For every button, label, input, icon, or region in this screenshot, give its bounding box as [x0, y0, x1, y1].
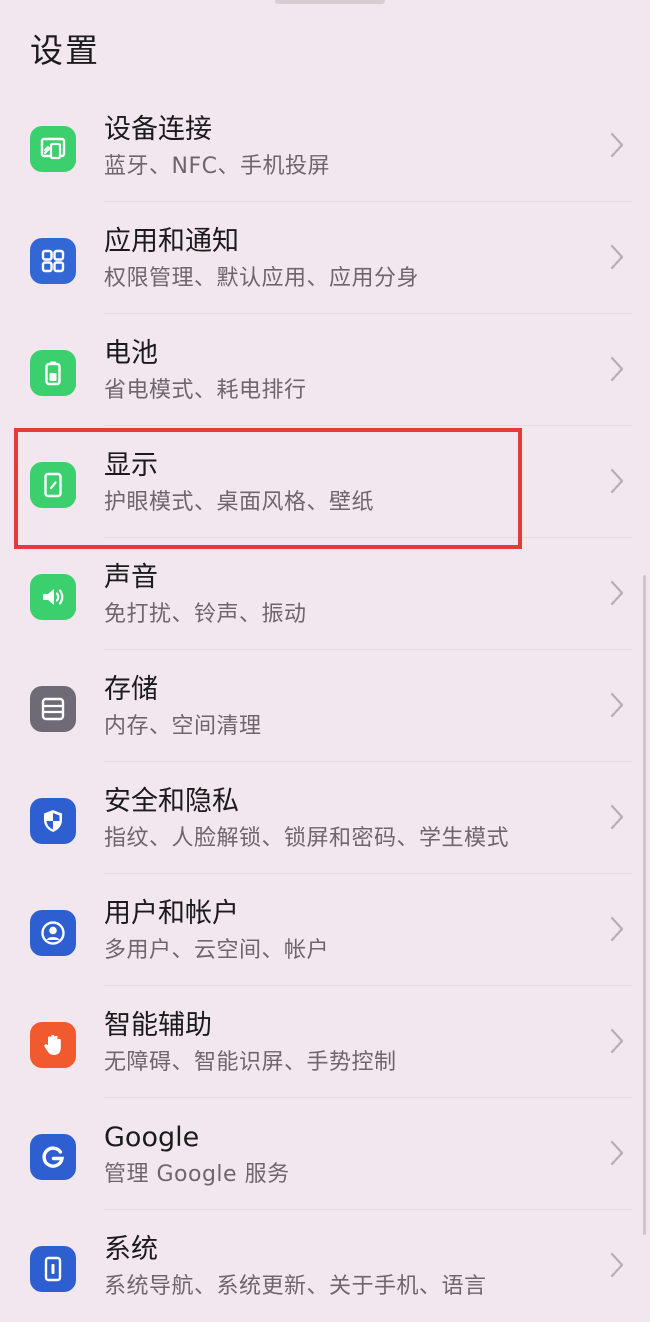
device-connection-icon: [30, 126, 76, 172]
settings-item-users-accounts[interactable]: 用户和帐户 多用户、云空间、帐户: [0, 874, 650, 986]
shield-icon: [30, 798, 76, 844]
item-subtitle: 无障碍、智能识屏、手势控制: [104, 1050, 397, 1075]
scrollbar[interactable]: [643, 575, 646, 1235]
item-title: 系统: [104, 1234, 158, 1265]
settings-item-security-privacy[interactable]: 安全和隐私 指纹、人脸解锁、锁屏和密码、学生模式: [0, 762, 650, 874]
item-title: 智能辅助: [104, 1010, 212, 1041]
top-notch: [275, 0, 385, 4]
item-subtitle: 多用户、云空间、帐户: [104, 938, 330, 963]
settings-item-smart-assistance[interactable]: 智能辅助 无障碍、智能识屏、手势控制: [0, 986, 650, 1098]
item-title: 设备连接: [104, 114, 212, 145]
item-subtitle: 指纹、人脸解锁、锁屏和密码、学生模式: [104, 826, 510, 851]
chevron-right-icon: [610, 244, 624, 270]
storage-icon: [30, 686, 76, 732]
user-account-icon: [30, 910, 76, 956]
chevron-right-icon: [610, 1140, 624, 1166]
item-subtitle: 省电模式、耗电排行: [104, 378, 307, 403]
item-subtitle: 蓝牙、NFC、手机投屏: [104, 154, 330, 179]
apps-grid-icon: [30, 238, 76, 284]
item-title: 声音: [104, 562, 158, 593]
chevron-right-icon: [610, 356, 624, 382]
item-title: 电池: [104, 338, 158, 369]
item-subtitle: 护眼模式、桌面风格、壁纸: [104, 490, 375, 515]
page-title: 设置: [30, 31, 100, 70]
settings-item-sound[interactable]: 声音 免打扰、铃声、振动: [0, 538, 650, 650]
item-title: 存储: [104, 674, 158, 705]
system-phone-icon: [30, 1246, 76, 1292]
item-title: 显示: [104, 450, 158, 481]
settings-item-display[interactable]: 显示 护眼模式、桌面风格、壁纸: [0, 426, 650, 538]
item-title: 用户和帐户: [104, 898, 239, 929]
settings-list: 设备连接 蓝牙、NFC、手机投屏 应用和通知 权限管理、默认应用、应用分身 电池…: [0, 90, 650, 1322]
chevron-right-icon: [610, 580, 624, 606]
chevron-right-icon: [610, 1028, 624, 1054]
item-subtitle: 免打扰、铃声、振动: [104, 602, 307, 627]
settings-item-device-connection[interactable]: 设备连接 蓝牙、NFC、手机投屏: [0, 90, 650, 202]
item-subtitle: 内存、空间清理: [104, 714, 262, 739]
settings-item-google[interactable]: Google 管理 Google 服务: [0, 1098, 650, 1210]
chevron-right-icon: [610, 916, 624, 942]
chevron-right-icon: [610, 468, 624, 494]
settings-item-storage[interactable]: 存储 内存、空间清理: [0, 650, 650, 762]
hand-icon: [30, 1022, 76, 1068]
chevron-right-icon: [610, 804, 624, 830]
display-icon: [30, 462, 76, 508]
item-title: 安全和隐私: [104, 786, 239, 817]
item-subtitle: 权限管理、默认应用、应用分身: [104, 266, 420, 291]
speaker-icon: [30, 574, 76, 620]
google-icon: [30, 1134, 76, 1180]
chevron-right-icon: [610, 132, 624, 158]
battery-icon: [30, 350, 76, 396]
item-subtitle: 管理 Google 服务: [104, 1162, 290, 1187]
item-subtitle: 系统导航、系统更新、关于手机、语言: [104, 1274, 487, 1299]
chevron-right-icon: [610, 1252, 624, 1278]
settings-item-system[interactable]: 系统 系统导航、系统更新、关于手机、语言: [0, 1210, 650, 1322]
item-title: 应用和通知: [104, 226, 239, 257]
item-title: Google: [104, 1122, 200, 1153]
chevron-right-icon: [610, 692, 624, 718]
settings-item-battery[interactable]: 电池 省电模式、耗电排行: [0, 314, 650, 426]
settings-item-apps-notifications[interactable]: 应用和通知 权限管理、默认应用、应用分身: [0, 202, 650, 314]
